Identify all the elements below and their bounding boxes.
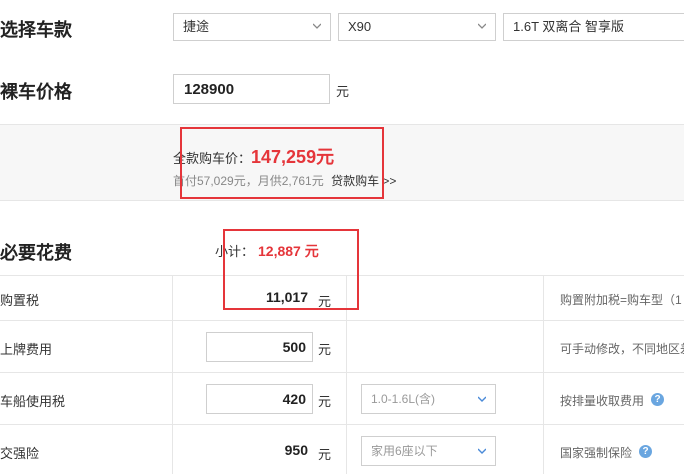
fee-value-registration: 500 <box>282 339 306 355</box>
brand-select[interactable]: 捷途 <box>173 13 331 41</box>
highlight-box-subtotal <box>223 229 359 310</box>
registration-fee-input[interactable]: 500 <box>206 332 313 362</box>
seat-class-select[interactable]: 家用6座以下 <box>361 436 496 466</box>
chevron-down-icon <box>478 23 486 29</box>
help-icon[interactable]: ? <box>651 393 664 406</box>
column-divider <box>543 275 544 474</box>
chevron-down-icon <box>478 448 486 454</box>
fee-note-compulsory-insurance: 国家强制保险 <box>560 446 633 460</box>
model-select[interactable]: X90 <box>338 13 496 41</box>
select-car-title: 选择车款 <box>0 20 72 40</box>
bare-price-unit: 元 <box>336 84 350 99</box>
seat-class-value: 家用6座以下 <box>371 444 438 458</box>
fee-label-purchase-tax: 购置税 <box>0 293 40 308</box>
vehicle-tax-input[interactable]: 420 <box>206 384 313 414</box>
model-value: X90 <box>348 19 372 34</box>
fee-label-registration: 上牌费用 <box>0 342 53 357</box>
bare-price-value: 128900 <box>184 81 235 98</box>
row-divider <box>0 372 684 373</box>
fee-unit: 元 <box>318 447 332 462</box>
fee-note-registration: 可手动修改，不同地区差 <box>560 342 684 356</box>
bare-price-title: 裸车价格 <box>0 82 72 102</box>
row-divider <box>0 320 684 321</box>
required-fees-title: 必要花费 <box>0 243 72 263</box>
chevron-down-icon <box>478 396 486 402</box>
help-icon[interactable]: ? <box>639 445 652 458</box>
fee-unit: 元 <box>318 342 332 357</box>
chevron-down-icon <box>313 23 321 29</box>
displacement-value: 1.0-1.6L(含) <box>371 392 436 406</box>
fee-value-compulsory-insurance: 950 <box>284 442 308 458</box>
fee-note-vehicle-tax: 按排量收取费用 <box>560 394 645 408</box>
brand-value: 捷途 <box>183 19 210 34</box>
fee-label-vehicle-tax: 车船使用税 <box>0 394 66 409</box>
fee-value-vehicle-tax: 420 <box>282 391 306 407</box>
highlight-box-full-price <box>180 127 384 199</box>
fee-note-purchase-tax: 购置附加税=购车型（1 <box>560 293 682 307</box>
trim-select[interactable]: 1.6T 双离合 智享版 <box>503 13 684 41</box>
displacement-select[interactable]: 1.0-1.6L(含) <box>361 384 496 414</box>
fee-unit: 元 <box>318 394 332 409</box>
column-divider <box>172 275 173 474</box>
bare-price-input[interactable]: 128900 <box>173 74 330 104</box>
row-divider <box>0 424 684 425</box>
fee-label-compulsory-insurance: 交强险 <box>0 446 40 461</box>
trim-value: 1.6T 双离合 智享版 <box>513 19 625 34</box>
